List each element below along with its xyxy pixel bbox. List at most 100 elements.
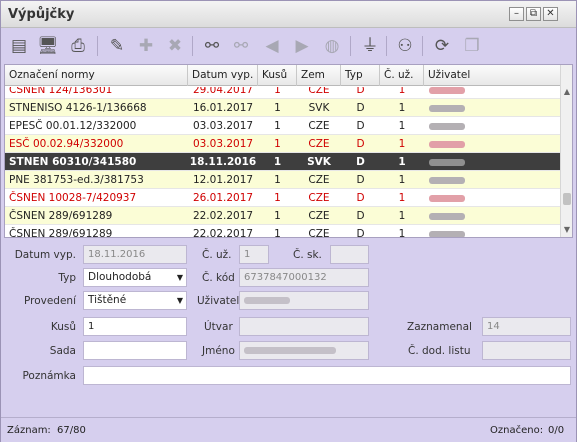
cell-kusu: 1	[273, 156, 282, 168]
cell-cuz: 1	[398, 138, 406, 150]
cell-norm: ČSNEN 124/136301	[9, 87, 113, 96]
monitor-icon[interactable]: 🖥	[35, 33, 61, 59]
cell-uzivatel	[429, 135, 549, 153]
table-row[interactable]: STNENISO 4126-1/136668 16.01.2017 1 SVK D 1	[5, 99, 561, 117]
poznamka-field[interactable]	[83, 366, 571, 385]
provedeni-select[interactable]: Tištěné ▼	[83, 291, 187, 310]
cell-norm: ČSNEN 289/691289	[9, 210, 113, 222]
blurred-username	[244, 296, 290, 304]
uzivatel-label: Uživatel	[197, 295, 240, 307]
column-header-date[interactable]: Datum vyp.	[188, 65, 258, 86]
utvar-field[interactable]	[239, 317, 369, 336]
arrow-right-icon[interactable]: ▶	[289, 33, 315, 59]
cell-zem: SVK	[307, 156, 331, 168]
poznamka-label: Poznámka	[22, 370, 76, 382]
datum-vyp-label: Datum vyp.	[14, 249, 76, 261]
table-row[interactable]: ČSNEN 10028-7/420937 26.01.2017 1 CZE D 1	[5, 189, 561, 207]
restore-icon[interactable]: ⧉	[526, 7, 541, 21]
grid-header: Označení normy Datum vyp. Kusů Zem Typ Č…	[5, 65, 561, 86]
filter-icon[interactable]: ⏚	[357, 33, 383, 59]
documents-icon[interactable]: ❐	[459, 33, 485, 59]
column-header-norm[interactable]: Označení normy	[5, 65, 188, 86]
kusu-field[interactable]: 1	[83, 317, 187, 336]
cell-kusu: 1	[274, 120, 281, 132]
status-bar: Záznam: 67/80 Označeno: 0/0	[1, 417, 576, 442]
cell-norm: ESČ 00.02.94/332000	[9, 138, 124, 150]
pen-icon[interactable]: ✎	[104, 33, 130, 59]
toolbar-separator	[386, 36, 387, 56]
c-uz-field[interactable]: 1	[239, 245, 269, 264]
cell-date: 03.03.2017	[192, 138, 254, 150]
toolbar-separator	[422, 36, 423, 56]
users-icon[interactable]: ⚇	[392, 33, 418, 59]
scroll-thumb[interactable]	[563, 193, 571, 205]
grid-rows: ČSNEN 124/136301 29.04.2017 1 CZE D 1 STNENISO…	[5, 87, 561, 238]
datum-vyp-field[interactable]: 18.11.2016	[83, 245, 187, 264]
zaznamenal-field[interactable]: 14	[482, 317, 571, 336]
minimize-icon[interactable]: –	[509, 7, 524, 21]
cell-typ: D	[356, 210, 365, 222]
binoculars-cancel-icon[interactable]: ⚯	[228, 33, 254, 59]
loans-grid[interactable]: Označení normy Datum vyp. Kusů Zem Typ Č…	[4, 64, 573, 238]
c-sk-label: Č. sk.	[293, 249, 322, 261]
column-header-uzivatel[interactable]: Uživatel	[424, 65, 561, 86]
column-header-kusu[interactable]: Kusů	[258, 65, 297, 86]
arrow-left-icon[interactable]: ◀	[259, 33, 285, 59]
window-title: Výpůjčky	[8, 7, 75, 22]
cell-norm: STNEN 60310/341580	[9, 156, 137, 168]
title-bar[interactable]: Výpůjčky – ⧉ ✕	[1, 1, 576, 28]
delete-icon[interactable]: ✖	[162, 33, 188, 59]
cell-cuz: 1	[398, 228, 406, 238]
scroll-down-icon[interactable]: ▼	[561, 225, 572, 234]
toolbar-separator	[97, 36, 98, 56]
blurred-username	[429, 176, 465, 184]
cell-uzivatel	[429, 87, 549, 99]
grid-scrollbar[interactable]: ▲ ▼	[560, 65, 572, 237]
close-icon[interactable]: ✕	[543, 7, 558, 21]
column-header-zem[interactable]: Zem	[297, 65, 341, 86]
c-dod-listu-field[interactable]	[482, 341, 571, 360]
table-row[interactable]: ESČ 00.02.94/332000 03.03.2017 1 CZE D 1	[5, 135, 561, 153]
blurred-username	[429, 104, 465, 112]
browser-window-icon[interactable]: ▤	[6, 33, 32, 59]
c-kod-label: Č. kód	[202, 272, 235, 284]
c-sk-field[interactable]	[330, 245, 369, 264]
plus-icon[interactable]: ✚	[133, 33, 159, 59]
cell-kusu: 1	[274, 210, 281, 222]
cell-cuz: 1	[398, 102, 406, 114]
cell-typ: D	[356, 228, 365, 238]
sada-field[interactable]	[83, 341, 187, 360]
printer-icon[interactable]: ⎙	[65, 33, 91, 59]
table-row[interactable]: EPESČ 00.01.12/332000 03.03.2017 1 CZE D 1	[5, 117, 561, 135]
toolbar: ▤ 🖥 ⎙ ✎ ✚ ✖ ⚯ ⚯ ◀ ▶ ◍ ⏚ ⚇ ⟳ ❐	[1, 29, 576, 63]
cell-kusu: 1	[274, 192, 281, 204]
cell-typ: D	[356, 102, 365, 114]
table-row[interactable]: ČSNEN 289/691289 22.02.2017 1 CZE D 1	[5, 207, 561, 225]
uzivatel-field[interactable]	[239, 291, 369, 310]
table-row[interactable]: ČSNEN 289/691289 22.02.2017 1 CZE D 1	[5, 225, 561, 238]
cell-typ: D	[356, 156, 365, 168]
column-header-cuz[interactable]: Č. už.	[380, 65, 424, 86]
table-row[interactable]: ČSNEN 124/136301 29.04.2017 1 CZE D 1	[5, 87, 561, 99]
jmeno-field[interactable]	[239, 341, 369, 360]
cell-norm: EPESČ 00.01.12/332000	[9, 120, 137, 132]
blurred-username	[429, 194, 465, 202]
cell-uzivatel	[429, 189, 549, 207]
record-value: 67/80	[57, 425, 86, 436]
c-kod-field[interactable]: 6737847000132	[239, 268, 369, 287]
globe-icon[interactable]: ◍	[319, 33, 345, 59]
typ-select[interactable]: Dlouhodobá ▼	[83, 268, 187, 287]
cell-zem: CZE	[308, 228, 330, 238]
scroll-up-icon[interactable]: ▲	[561, 87, 572, 96]
table-row[interactable]: PNE 381753-ed.3/381753 12.01.2017 1 CZE D 1	[5, 171, 561, 189]
jmeno-label: Jméno	[202, 345, 235, 357]
binoculars-icon[interactable]: ⚯	[199, 33, 225, 59]
cell-zem: CZE	[308, 87, 330, 96]
cell-kusu: 1	[274, 87, 281, 96]
blurred-fullname	[244, 346, 336, 354]
utvar-label: Útvar	[204, 321, 233, 333]
refresh-icon[interactable]: ⟳	[429, 33, 455, 59]
table-row[interactable]: STNEN 60310/341580 18.11.2016 1 SVK D 1	[5, 153, 561, 171]
cell-kusu: 1	[274, 102, 281, 114]
column-header-typ[interactable]: Typ	[341, 65, 380, 86]
